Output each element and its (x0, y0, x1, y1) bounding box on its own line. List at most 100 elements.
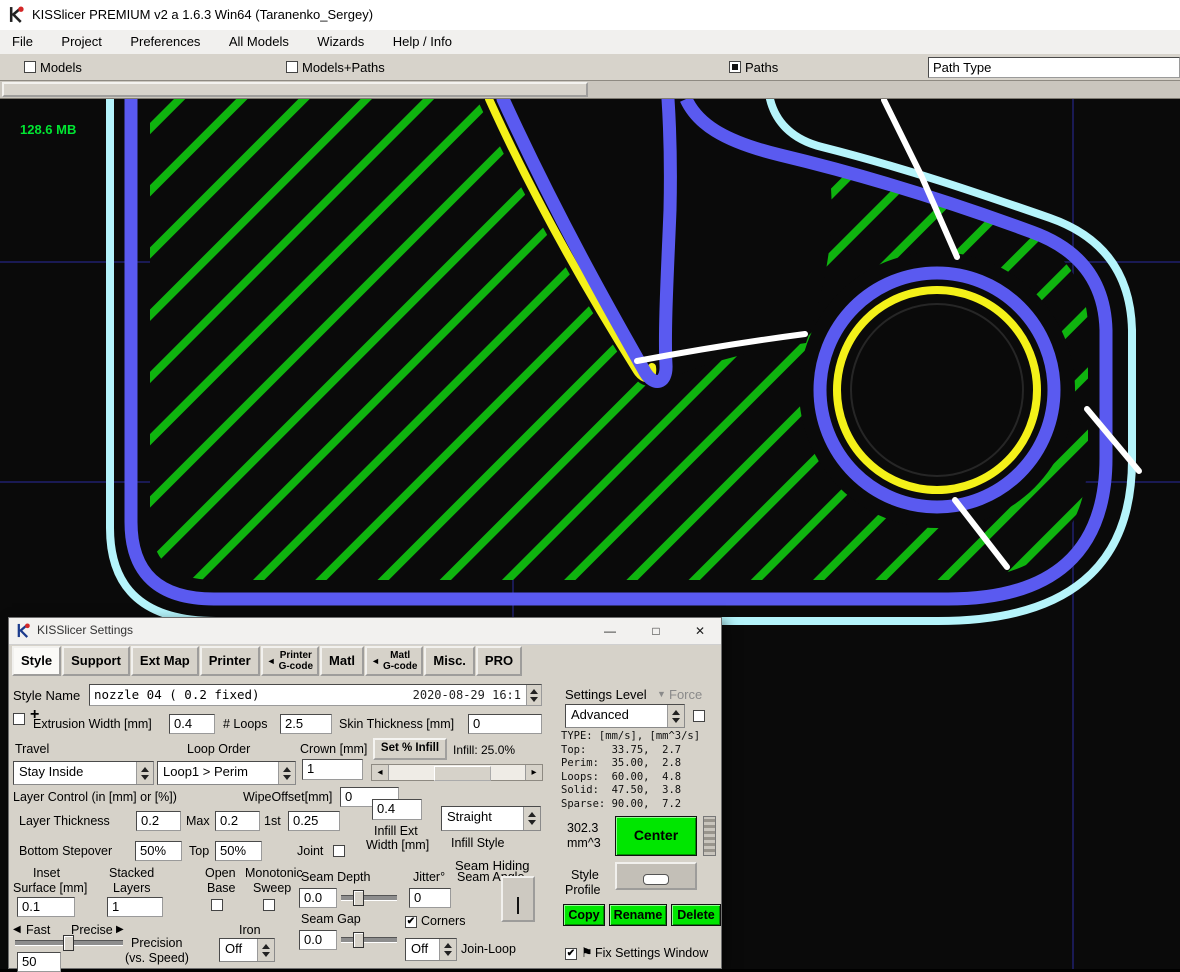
inset-surface-label-2: Surface [mm] (13, 881, 87, 895)
paths-radio[interactable] (729, 61, 741, 73)
tab-style[interactable]: Style (12, 646, 61, 676)
seam-gap-input[interactable]: 0.0 (299, 930, 337, 950)
tab-misc[interactable]: Misc. (424, 646, 475, 676)
menu-project[interactable]: Project (49, 30, 113, 53)
join-loop-spinner[interactable] (439, 939, 456, 960)
infill-style-spinner[interactable] (523, 807, 540, 830)
menu-all-models[interactable]: All Models (217, 30, 301, 53)
bed-position-widget[interactable] (615, 862, 697, 890)
inset-surface-label-1: Inset (33, 866, 60, 880)
travel-label: Travel (15, 742, 49, 756)
tab-pro[interactable]: PRO (476, 646, 522, 676)
scroll-left-icon[interactable]: ◂ (372, 765, 389, 780)
seam-depth-input[interactable]: 0.0 (299, 888, 337, 908)
volume-units: mm^3 (567, 836, 601, 850)
force-checkbox[interactable] (693, 710, 705, 722)
tab-ext-map[interactable]: Ext Map (131, 646, 199, 676)
join-loop-select[interactable]: Off (405, 938, 457, 961)
menu-file[interactable]: File (0, 30, 45, 53)
precision-slider-thumb[interactable] (63, 935, 74, 951)
style-name-spinner[interactable] (526, 685, 541, 705)
extrusion-width-input[interactable]: 0.4 (169, 714, 215, 734)
monotonic-sweep-checkbox[interactable] (263, 899, 275, 911)
jitter-input[interactable]: 0 (409, 888, 451, 908)
tab-matl-gcode[interactable]: ◄ MatlG-code (365, 646, 423, 676)
tab-printer[interactable]: Printer (200, 646, 260, 676)
scroll-right-icon[interactable]: ▸ (525, 765, 542, 780)
loop-order-select-spinner[interactable] (278, 762, 295, 784)
seam-depth-slider-thumb[interactable] (353, 890, 364, 906)
set-infill-button[interactable]: Set % Infill (373, 738, 447, 760)
stacked-layers-label-1: Stacked (109, 866, 154, 880)
precise-label: Precise (71, 923, 113, 937)
loop-order-label: Loop Order (187, 742, 250, 756)
layer-first-input[interactable]: 0.25 (288, 811, 340, 831)
iron-select[interactable]: Off (219, 938, 275, 962)
app-icon (8, 6, 25, 23)
center-scrollbar[interactable] (703, 816, 716, 856)
layer-scrollbar-thumb[interactable] (2, 82, 588, 97)
path-type-select[interactable]: Path Type (928, 57, 1180, 78)
monotonic-sweep-label-2: Sweep (253, 881, 291, 895)
style-name-input[interactable]: nozzle 04 ( 0.2 fixed) 2020-08-29 16:1 (89, 684, 542, 706)
center-button[interactable]: Center (615, 816, 697, 856)
wipe-offset-label: WipeOffset[mm] (243, 790, 332, 804)
skin-thickness-input[interactable]: 0 (468, 714, 542, 734)
back-arrow-icon: ◄ (371, 656, 380, 667)
settings-level-spinner[interactable] (667, 705, 684, 727)
tab-printer-gcode[interactable]: ◄ PrinterG-code (261, 646, 319, 676)
open-base-checkbox[interactable] (211, 899, 223, 911)
layer-thickness-label: Layer Thickness (19, 814, 110, 828)
menu-preferences[interactable]: Preferences (118, 30, 212, 53)
bed-position-indicator (643, 874, 669, 885)
menu-wizards[interactable]: Wizards (305, 30, 376, 53)
models-radio[interactable] (24, 61, 36, 73)
skin-thickness-label: Skin Thickness [mm] (339, 717, 454, 731)
stacked-layers-input[interactable]: 1 (107, 897, 163, 917)
copy-button[interactable]: Copy (563, 904, 605, 926)
layer-thickness-input[interactable]: 0.2 (136, 811, 181, 831)
seam-gap-slider-thumb[interactable] (353, 932, 364, 948)
travel-select-spinner[interactable] (136, 762, 153, 784)
travel-select[interactable]: Stay Inside (13, 761, 154, 785)
seam-gap-slider[interactable] (341, 937, 397, 943)
inset-surface-input[interactable]: 0.1 (17, 897, 75, 917)
style-pin-checkbox[interactable] (13, 713, 25, 725)
tab-support[interactable]: Support (62, 646, 130, 676)
loop-order-select[interactable]: Loop1 > Perim (157, 761, 296, 785)
models-paths-radio[interactable] (286, 61, 298, 73)
bottom-stepover-input[interactable]: 50% (135, 841, 182, 861)
joint-checkbox[interactable] (333, 845, 345, 857)
app-title: KISSlicer PREMIUM v2 a 1.6.3 Win64 (Tara… (32, 0, 373, 30)
iron-spinner[interactable] (257, 939, 274, 961)
infill-ext-width-input[interactable]: 0.4 (372, 799, 422, 820)
minimize-button[interactable]: — (595, 621, 625, 641)
precision-input[interactable]: 50 (17, 952, 61, 972)
infill-style-select[interactable]: Straight (441, 806, 541, 831)
infill-scrollbar[interactable]: ◂ ▸ (371, 764, 543, 781)
jitter-label: Jitter° (413, 870, 445, 884)
top-stepover-input[interactable]: 50% (215, 841, 262, 861)
maximize-button[interactable]: □ (641, 621, 671, 641)
layer-max-input[interactable]: 0.2 (215, 811, 260, 831)
settings-titlebar[interactable]: KISSlicer Settings — □ ✕ (9, 618, 721, 645)
menu-help[interactable]: Help / Info (381, 30, 464, 53)
app-titlebar: KISSlicer PREMIUM v2 a 1.6.3 Win64 (Tara… (0, 0, 1180, 31)
fix-settings-checkbox[interactable]: ✔ (565, 948, 577, 960)
settings-level-select[interactable]: Advanced (565, 704, 685, 728)
fix-settings-label: Fix Settings Window (595, 946, 708, 960)
crown-input[interactable]: 1 (302, 759, 363, 780)
seam-angle-dial[interactable] (501, 876, 535, 922)
rename-button[interactable]: Rename (609, 904, 667, 926)
seam-depth-slider[interactable] (341, 895, 397, 901)
tab-matl-gcode-label: MatlG-code (383, 650, 417, 672)
fast-arrow-icon: ◀ (13, 924, 21, 935)
speed-line: TYPE: [mm/s], [mm^3/s] (561, 730, 721, 744)
layer-scrollbar[interactable] (0, 80, 1180, 99)
delete-button[interactable]: Delete (671, 904, 721, 926)
infill-scrollbar-thumb[interactable] (434, 766, 491, 781)
close-button[interactable]: ✕ (685, 621, 715, 641)
num-loops-input[interactable]: 2.5 (280, 714, 332, 734)
corners-checkbox[interactable]: ✔ (405, 916, 417, 928)
tab-matl[interactable]: Matl (320, 646, 364, 676)
